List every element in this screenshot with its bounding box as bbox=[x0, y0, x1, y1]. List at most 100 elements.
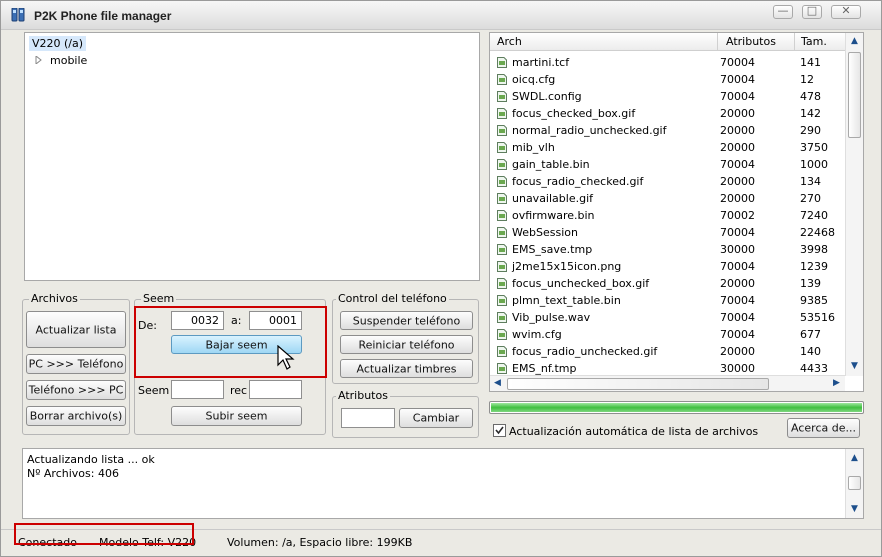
file-name: mib_vlh bbox=[512, 141, 555, 154]
file-icon bbox=[497, 210, 507, 221]
file-attributes: 20000 bbox=[720, 124, 755, 137]
folder-tree[interactable]: V220 (/a) mobile bbox=[24, 32, 480, 281]
column-tam[interactable]: Tam. bbox=[801, 35, 827, 48]
actualizar-lista-button[interactable]: Actualizar lista bbox=[26, 311, 126, 348]
table-row[interactable]: martini.tcf 70004 141 bbox=[490, 54, 845, 71]
maximize-button[interactable]: □ bbox=[802, 4, 822, 19]
table-row[interactable]: focus_radio_unchecked.gif 20000 140 bbox=[490, 343, 845, 360]
tree-item-mobile[interactable]: mobile bbox=[50, 54, 87, 67]
log-vscroll[interactable]: ▲ ▼ bbox=[845, 449, 863, 518]
file-attributes: 70004 bbox=[720, 73, 755, 86]
auto-update-checkbox[interactable] bbox=[493, 424, 506, 437]
file-attributes: 70004 bbox=[720, 226, 755, 239]
file-icon bbox=[497, 74, 507, 85]
file-list-hscroll[interactable]: ◀ ▶ bbox=[490, 375, 845, 391]
table-row[interactable]: unavailable.gif 20000 270 bbox=[490, 190, 845, 207]
file-list[interactable]: Arch Atributos Tam. martini.tcf 70004 141 o… bbox=[489, 32, 864, 392]
reiniciar-button[interactable]: Reiniciar teléfono bbox=[340, 335, 473, 354]
borrar-archivo-button[interactable]: Borrar archivo(s) bbox=[26, 406, 126, 426]
seem-legend: Seem bbox=[141, 292, 177, 305]
scroll-left-icon[interactable]: ◀ bbox=[494, 378, 501, 388]
table-row[interactable]: EMS_save.tmp 30000 3998 bbox=[490, 241, 845, 258]
cambiar-button[interactable]: Cambiar bbox=[399, 408, 473, 428]
file-name: focus_radio_unchecked.gif bbox=[512, 345, 658, 358]
file-attributes: 30000 bbox=[720, 362, 755, 375]
file-attributes: 20000 bbox=[720, 192, 755, 205]
table-row[interactable]: j2me15x15icon.png 70004 1239 bbox=[490, 258, 845, 275]
close-button[interactable]: ✕ bbox=[831, 4, 861, 19]
file-attributes: 30000 bbox=[720, 243, 755, 256]
file-size: 3998 bbox=[800, 243, 828, 256]
header-divider bbox=[717, 33, 718, 50]
subir-seem-button[interactable]: Subir seem bbox=[171, 406, 302, 426]
scroll-up-icon[interactable]: ▲ bbox=[851, 36, 858, 46]
log-vscroll-thumb[interactable] bbox=[848, 476, 861, 490]
file-list-header: Arch Atributos Tam. bbox=[490, 33, 845, 51]
log-scroll-down-icon[interactable]: ▼ bbox=[851, 504, 858, 514]
actualizar-timbres-button[interactable]: Actualizar timbres bbox=[340, 359, 473, 378]
file-icon bbox=[497, 329, 507, 340]
tree-root-item[interactable]: V220 (/a) bbox=[29, 36, 87, 51]
acerca-button[interactable]: Acerca de... bbox=[787, 418, 860, 438]
seem-highlight-box bbox=[134, 306, 327, 378]
atributos-legend: Atributos bbox=[336, 389, 390, 402]
scroll-right-icon[interactable]: ▶ bbox=[833, 378, 840, 388]
column-arch[interactable]: Arch bbox=[497, 35, 522, 48]
file-size: 12 bbox=[800, 73, 814, 86]
table-row[interactable]: mib_vlh 20000 3750 bbox=[490, 139, 845, 156]
file-name: gain_table.bin bbox=[512, 158, 590, 171]
minimize-icon: — bbox=[777, 4, 789, 17]
phone-to-pc-button[interactable]: Teléfono >>> PC bbox=[26, 380, 126, 400]
scroll-down-icon[interactable]: ▼ bbox=[851, 361, 858, 371]
file-icon bbox=[497, 176, 507, 187]
table-row[interactable]: oicq.cfg 70004 12 bbox=[490, 71, 845, 88]
table-row[interactable]: Vib_pulse.wav 70004 53516 bbox=[490, 309, 845, 326]
file-name: focus_unchecked_box.gif bbox=[512, 277, 650, 290]
table-row[interactable]: focus_checked_box.gif 20000 142 bbox=[490, 105, 845, 122]
rec-input[interactable] bbox=[249, 380, 302, 399]
progress-bar bbox=[489, 401, 864, 414]
table-row[interactable]: WebSession 70004 22468 bbox=[490, 224, 845, 241]
table-row[interactable]: ovfirmware.bin 70002 7240 bbox=[490, 207, 845, 224]
table-row[interactable]: wvim.cfg 70004 677 bbox=[490, 326, 845, 343]
table-row[interactable]: gain_table.bin 70004 1000 bbox=[490, 156, 845, 173]
suspender-button[interactable]: Suspender teléfono bbox=[340, 311, 473, 330]
file-size: 3750 bbox=[800, 141, 828, 154]
table-row[interactable]: normal_radio_unchecked.gif 20000 290 bbox=[490, 122, 845, 139]
table-row[interactable]: focus_unchecked_box.gif 20000 139 bbox=[490, 275, 845, 292]
file-name: oicq.cfg bbox=[512, 73, 556, 86]
file-name: SWDL.config bbox=[512, 90, 582, 103]
file-icon bbox=[497, 108, 507, 119]
hscroll-thumb[interactable] bbox=[507, 378, 769, 390]
seem-input[interactable] bbox=[171, 380, 224, 399]
title-bar: P2K Phone file manager — □ ✕ bbox=[1, 1, 881, 30]
log-scroll-up-icon[interactable]: ▲ bbox=[851, 453, 858, 463]
file-size: 140 bbox=[800, 345, 821, 358]
file-icon bbox=[497, 363, 507, 374]
table-row[interactable]: SWDL.config 70004 478 bbox=[490, 88, 845, 105]
log-area[interactable]: Actualizando lista ... ok Nº Archivos: 4… bbox=[22, 448, 864, 519]
table-row[interactable]: focus_radio_checked.gif 20000 134 bbox=[490, 173, 845, 190]
vscroll-thumb[interactable] bbox=[848, 52, 861, 138]
file-attributes: 70004 bbox=[720, 294, 755, 307]
file-name: martini.tcf bbox=[512, 56, 570, 69]
file-icon bbox=[497, 91, 507, 102]
pc-to-phone-button[interactable]: PC >>> Teléfono bbox=[26, 354, 126, 374]
file-attributes: 70004 bbox=[720, 158, 755, 171]
minimize-button[interactable]: — bbox=[773, 4, 793, 19]
table-row[interactable]: plmn_text_table.bin 70004 9385 bbox=[490, 292, 845, 309]
file-list-vscroll[interactable]: ▲ ▼ bbox=[845, 33, 863, 376]
file-name: normal_radio_unchecked.gif bbox=[512, 124, 667, 137]
file-attributes: 70004 bbox=[720, 90, 755, 103]
file-name: unavailable.gif bbox=[512, 192, 594, 205]
file-name: EMS_nf.tmp bbox=[512, 362, 577, 375]
file-size: 9385 bbox=[800, 294, 828, 307]
column-atributos[interactable]: Atributos bbox=[726, 35, 776, 48]
file-attributes: 20000 bbox=[720, 107, 755, 120]
file-size: 478 bbox=[800, 90, 821, 103]
file-icon bbox=[497, 159, 507, 170]
atributos-input[interactable] bbox=[341, 408, 395, 428]
file-icon bbox=[497, 278, 507, 289]
file-size: 270 bbox=[800, 192, 821, 205]
expand-arrow-icon[interactable] bbox=[35, 56, 42, 64]
